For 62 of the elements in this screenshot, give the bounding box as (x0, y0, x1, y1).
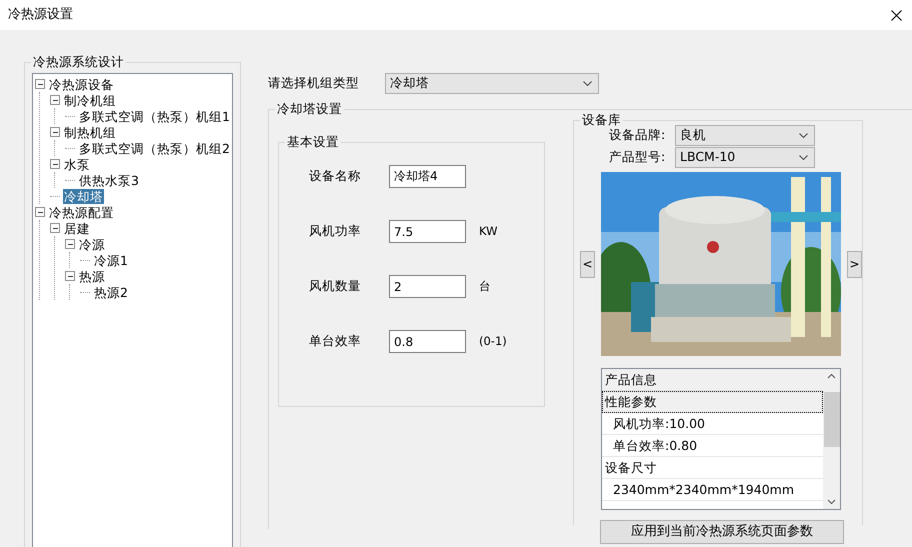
list-item[interactable]: 性能参数 (602, 391, 823, 413)
tree-item[interactable]: 热源2 (93, 284, 129, 300)
unit-label: KW (479, 222, 498, 240)
collapse-icon[interactable] (50, 95, 60, 105)
field-label: 设备名称 (309, 167, 362, 186)
group-title: 设备库 (580, 112, 623, 128)
collapse-icon[interactable] (50, 159, 60, 169)
unit-label: 台 (479, 278, 491, 295)
tree-item[interactable]: 冷源 (78, 236, 106, 252)
dropdown-value: LBCM-10 (680, 148, 736, 166)
tree-item[interactable]: 多联式空调（热泵）机组2 (78, 140, 231, 156)
tree-item[interactable]: 制冷机组 (63, 92, 117, 108)
collapse-icon[interactable] (65, 239, 75, 249)
unit-type-dropdown[interactable]: 冷却塔 (385, 73, 599, 94)
list-item[interactable]: 2340mm*2340mm*1940mm (602, 479, 823, 501)
tree-item[interactable]: 冷源1 (93, 252, 129, 268)
dropdown-value: 良机 (680, 126, 706, 144)
brand-dropdown[interactable]: 良机 (675, 125, 815, 146)
tree-item[interactable]: 冷热源设备 (48, 76, 115, 92)
group-title: 冷热源系统设计 (31, 54, 126, 70)
tree-item[interactable]: 供热水泵3 (78, 172, 140, 188)
tree-item[interactable]: 居建 (63, 220, 91, 236)
collapse-icon[interactable] (35, 207, 45, 217)
group-title: 基本设置 (285, 134, 341, 150)
caret-icon (799, 133, 808, 138)
unit-label: (0-1) (479, 332, 507, 350)
model-dropdown[interactable]: LBCM-10 (675, 147, 815, 168)
collapse-icon[interactable] (50, 127, 60, 137)
collapse-icon[interactable] (65, 271, 75, 281)
caret-icon (583, 81, 592, 86)
list-item[interactable]: 设备尺寸 (602, 457, 823, 479)
apply-button[interactable]: 应用到当前冷热源系统页面参数 (600, 520, 844, 544)
field-label: 单台效率 (309, 332, 362, 350)
input-field[interactable]: 7.5 (389, 220, 466, 243)
window-title: 冷热源设置 (8, 6, 73, 24)
brand-label: 设备品牌: (609, 126, 666, 144)
input-field[interactable]: 冷却塔4 (389, 165, 466, 188)
list-item[interactable]: 单台效率:0.80 (602, 435, 823, 457)
field-label: 风机功率 (309, 222, 362, 240)
collapse-icon[interactable] (35, 79, 45, 89)
tree-item[interactable]: 多联式空调（热泵）机组1 (78, 108, 231, 124)
previous-button[interactable]: < (580, 250, 595, 278)
list-item[interactable]: 风机功率:10.00 (602, 413, 823, 435)
tree-item[interactable]: 冷却塔 (63, 188, 104, 204)
tree-item[interactable]: 制热机组 (63, 124, 117, 140)
list-header[interactable]: 产品信息 (602, 369, 823, 391)
scrollbar[interactable] (823, 369, 840, 509)
tree-item[interactable]: 水泵 (63, 156, 91, 172)
dropdown-value: 冷却塔 (390, 74, 429, 92)
group-title: 冷却塔设置 (275, 101, 344, 117)
input-field[interactable]: 2 (389, 275, 466, 298)
scroll-thumb[interactable] (824, 392, 840, 446)
tree-item[interactable]: 冷热源配置 (48, 204, 115, 220)
collapse-icon[interactable] (50, 223, 60, 233)
caret-icon (799, 155, 808, 160)
model-label: 产品型号: (609, 148, 666, 166)
unit-type-label: 请选择机组类型 (268, 74, 360, 92)
close-icon[interactable] (891, 10, 902, 20)
field-label: 风机数量 (309, 277, 362, 296)
input-field[interactable]: 0.8 (389, 330, 466, 353)
next-button[interactable]: > (847, 250, 862, 278)
tree-item[interactable]: 热源 (78, 268, 106, 284)
